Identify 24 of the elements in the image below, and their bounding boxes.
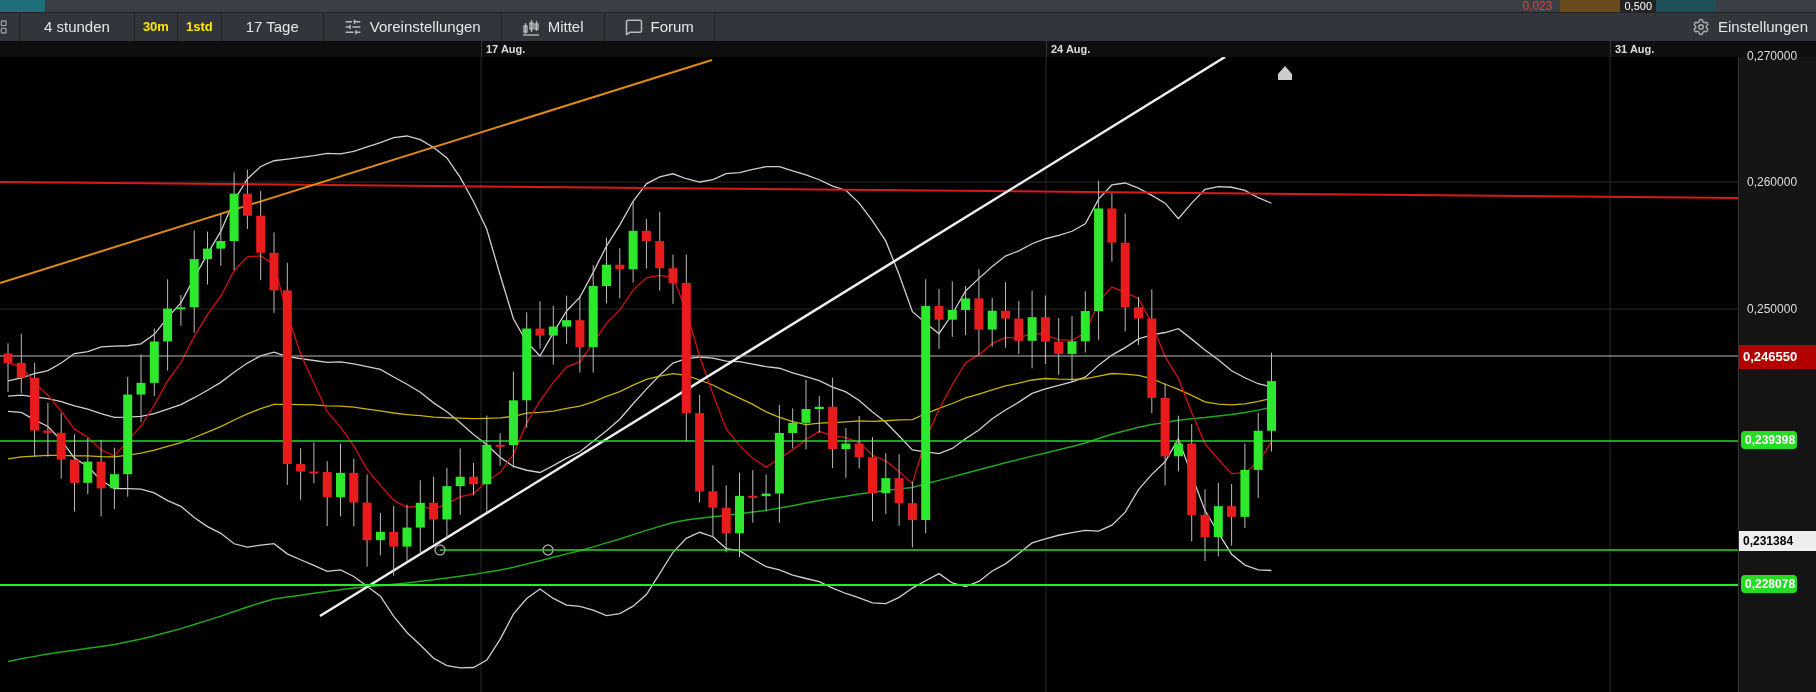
price-tick: 0,250000 xyxy=(1747,302,1798,316)
price-tag: 0,228078 xyxy=(1741,575,1797,593)
resistance-line[interactable] xyxy=(0,181,1738,199)
date-label: 31 Aug. xyxy=(1610,41,1655,57)
settings-button[interactable]: Einstellungen xyxy=(1683,13,1816,41)
sliders-icon xyxy=(343,18,362,36)
ratio-value: 0,500 xyxy=(1620,0,1656,12)
line-handle[interactable] xyxy=(434,544,446,556)
price-tick: 0,270000 xyxy=(1747,49,1798,63)
settings-icon xyxy=(1691,18,1710,36)
date-label: 17 Aug. xyxy=(481,41,526,57)
price-tag: 0,239398 xyxy=(1741,431,1797,449)
price-tag: 0,231384 xyxy=(1739,531,1816,551)
candlestick-icon xyxy=(521,18,540,36)
bar-block xyxy=(1656,0,1716,12)
chat-icon xyxy=(624,18,643,36)
change-value: 0,023 xyxy=(1522,0,1554,12)
price-tick: 0,260000 xyxy=(1747,175,1798,189)
trend-line[interactable] xyxy=(0,59,713,284)
price-tag: 0,246550 xyxy=(1739,345,1816,369)
bar-block xyxy=(1560,0,1621,12)
date-label: 24 Aug. xyxy=(1046,41,1091,57)
line-handle[interactable] xyxy=(542,544,554,556)
house-icon[interactable] xyxy=(1278,66,1292,80)
